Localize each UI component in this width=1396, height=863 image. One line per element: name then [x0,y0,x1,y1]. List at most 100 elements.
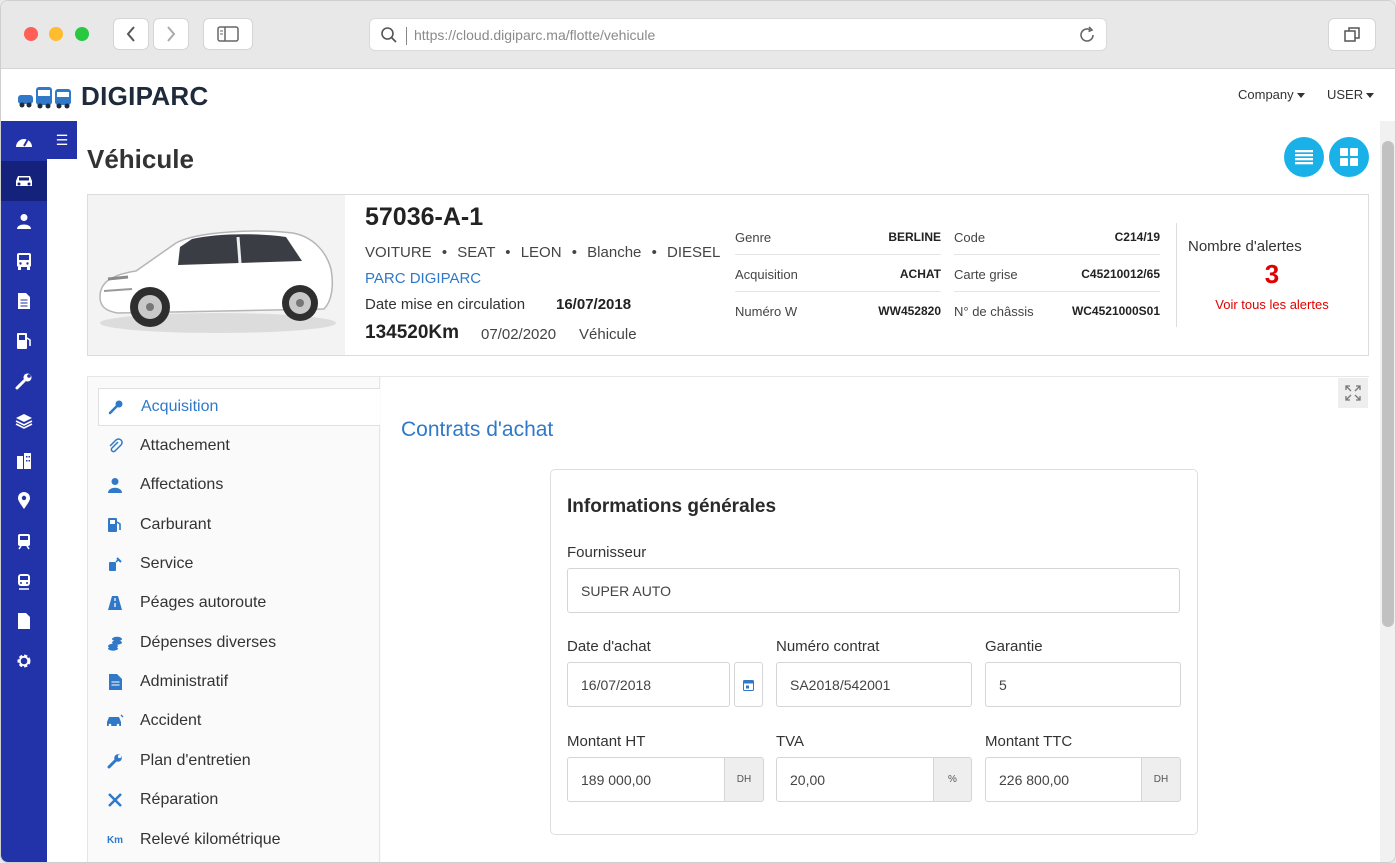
fournisseur-label: Fournisseur [567,544,647,561]
sidebar-item-buildings[interactable] [1,441,47,481]
montant-ht-input[interactable]: 189 000,00 [567,757,725,802]
tools-icon [106,791,124,809]
sidebar-item-fuel[interactable] [1,321,47,361]
menu-item-accident[interactable]: Accident [98,703,380,741]
bullet-separator: • [651,244,657,261]
info-key: N° de châssis [954,304,1034,319]
sidebar-item-dashboard[interactable] [1,121,47,161]
menu-item-attachement[interactable]: Attachement [98,428,380,466]
list-view-button[interactable] [1284,137,1324,177]
reload-icon[interactable] [1078,26,1096,44]
sidebar-item-locations[interactable] [1,481,47,521]
menu-item-plan-entretien[interactable]: Plan d'entretien [98,743,380,781]
info-row-code: Code C214/19 [954,218,1160,255]
sidebar-item-documents[interactable] [1,281,47,321]
info-value: WC4521000S01 [1071,304,1160,318]
montant-ttc-label: Montant TTC [985,733,1073,750]
menu-label: Péages autoroute [140,594,267,611]
info-key: Code [954,230,986,245]
menu-item-administratif[interactable]: Administratif [98,664,380,702]
menu-item-depenses[interactable]: Dépenses diverses [98,625,380,663]
grid-view-button[interactable] [1329,137,1369,177]
scrollbar-thumb[interactable] [1382,141,1394,627]
fullscreen-button[interactable] [1338,378,1368,408]
back-button[interactable] [113,18,149,50]
expand-icon [1345,385,1361,401]
menu-item-releve-km[interactable]: Km Relevé kilométrique [98,822,380,860]
menu-label: Affectations [140,476,224,493]
sidebar-item-settings[interactable] [1,641,47,681]
general-info-card: Informations générales Fournisseur SUPER… [550,469,1198,835]
sidebar-item-layers[interactable] [1,401,47,441]
percent-suffix: % [933,757,972,802]
settings-icon [17,654,31,668]
sidebar-item-files[interactable] [1,601,47,641]
montant-ttc-input[interactable]: 226 800,00 [985,757,1142,802]
date-achat-input[interactable]: 16/07/2018 [567,662,730,707]
acquisition-content: Contrats d'achat Informations générales … [381,377,1369,862]
url-text[interactable]: https://cloud.digiparc.ma/flotte/vehicul… [414,27,655,43]
garantie-input[interactable]: 5 [985,662,1181,707]
sidebar-item-drivers[interactable] [1,201,47,241]
address-separator [406,27,407,45]
sidebar-item-bus[interactable] [1,241,47,281]
menu-toggle-button[interactable]: ☰ [47,121,77,159]
vehicle-park-link[interactable]: PARC DIGIPARC [365,270,481,287]
menu-item-peages[interactable]: Péages autoroute [98,585,380,623]
view-alerts-link[interactable]: Voir tous les alertes [1188,297,1356,312]
tva-input[interactable]: 20,00 [776,757,934,802]
section-title: Contrats d'achat [401,418,554,441]
numero-contrat-label: Numéro contrat [776,638,880,655]
tram-icon [18,534,30,550]
tabs-overview-button[interactable] [1328,18,1376,51]
bullet-separator: • [441,244,448,261]
address-bar[interactable]: https://cloud.digiparc.ma/flotte/vehicul… [369,18,1107,51]
chevron-right-icon [167,26,176,42]
company-menu[interactable]: Company [1238,87,1305,102]
calendar-icon [743,679,754,691]
sidebar-item-vehicles[interactable] [1,161,47,201]
close-window-button[interactable] [24,27,38,41]
info-row-carte-grise: Carte grise C45210012/65 [954,255,1160,292]
sidebar-toggle-button[interactable] [203,18,253,50]
menu-label: Carburant [140,516,212,533]
vehicle-color: Blanche [587,244,642,261]
tabs-icon [1344,26,1360,42]
hamburger-icon: ☰ [55,131,69,148]
info-value: C214/19 [1114,230,1160,244]
sidebar-item-tram[interactable] [1,521,47,561]
sidebar-item-maintenance[interactable] [1,361,47,401]
alerts-count: 3 [1264,259,1280,289]
fuel-icon [17,333,31,349]
fournisseur-input[interactable]: SUPER AUTO [567,568,1180,613]
menu-item-reparation[interactable]: Réparation [98,782,380,820]
divider [1176,223,1177,327]
forward-button[interactable] [153,18,189,50]
menu-item-carburant[interactable]: Carburant [98,507,380,545]
menu-label: Relevé kilométrique [140,831,281,848]
fleet-logo-icon [18,86,71,108]
info-value: ACHAT [899,267,941,281]
user-icon [17,214,31,229]
menu-item-service[interactable]: Service [98,546,380,584]
menu-item-acquisition[interactable]: Acquisition [98,388,380,426]
maximize-window-button[interactable] [75,27,89,41]
currency-suffix: DH [724,757,764,802]
menu-item-affectations[interactable]: Affectations [98,467,380,505]
browser-toolbar: https://cloud.digiparc.ma/flotte/vehicul… [1,1,1395,69]
minimize-window-button[interactable] [49,27,63,41]
info-row-genre: Genre BERLINE [735,218,941,255]
sidebar-item-train[interactable] [1,561,47,601]
browser-window: https://cloud.digiparc.ma/flotte/vehicul… [0,0,1396,863]
menu-label: Administratif [140,673,229,690]
info-key: Genre [735,230,772,245]
user-menu[interactable]: USER [1327,87,1375,102]
vehicle-details-panel: Acquisition Attachement Affectations Car… [87,376,1369,862]
date-picker-button[interactable] [734,662,763,707]
numero-contrat-input[interactable]: SA2018/542001 [776,662,972,707]
page-title: Véhicule [87,144,194,174]
details-menu: Acquisition Attachement Affectations Car… [88,377,380,862]
menu-label: Plan d'entretien [140,752,251,769]
app-logo[interactable]: DIGIPARC [17,81,209,112]
dashboard-icon [16,138,32,147]
